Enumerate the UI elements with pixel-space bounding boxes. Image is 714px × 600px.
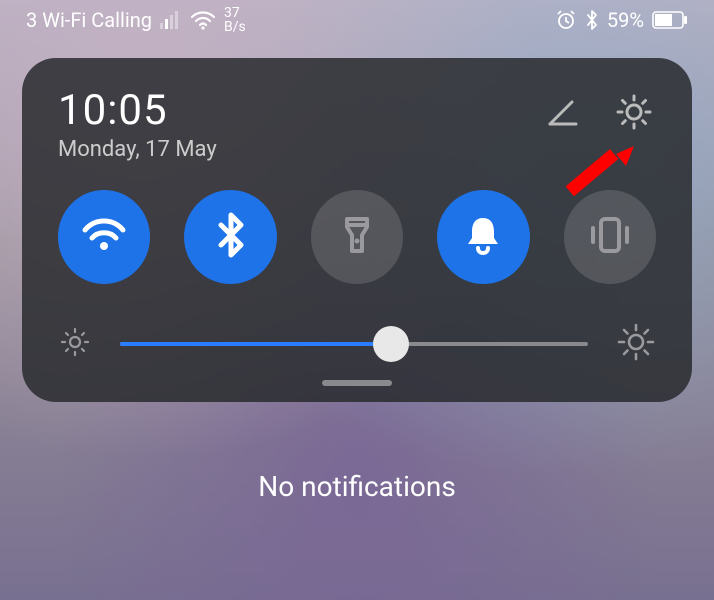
brightness-row xyxy=(58,322,656,366)
wifi-icon xyxy=(77,208,131,266)
carrier-label: 3 Wi-Fi Calling xyxy=(26,8,152,32)
brightness-low-icon xyxy=(58,325,92,363)
edit-button[interactable] xyxy=(540,92,584,136)
signal-icon xyxy=(160,11,182,29)
brightness-low-button[interactable] xyxy=(58,325,92,363)
bluetooth-toggle[interactable] xyxy=(184,190,276,284)
wifi-icon xyxy=(190,10,216,30)
no-notifications-label: No notifications xyxy=(0,470,714,503)
battery-icon xyxy=(652,11,688,29)
battery-percent: 59% xyxy=(607,8,644,32)
date-label: Monday, 17 May xyxy=(58,137,217,162)
panel-drag-handle[interactable] xyxy=(322,380,392,386)
settings-button[interactable] xyxy=(612,92,656,136)
vibrate-toggle[interactable] xyxy=(564,190,656,284)
status-bar-left: 3 Wi-Fi Calling 37 B/s xyxy=(26,6,246,34)
panel-header: 10:05 Monday, 17 May xyxy=(58,86,656,162)
sound-toggle[interactable] xyxy=(437,190,529,284)
header-icons xyxy=(540,92,656,136)
bluetooth-icon xyxy=(204,208,258,266)
gear-icon xyxy=(613,91,655,137)
bluetooth-icon xyxy=(585,9,599,31)
flashlight-toggle[interactable] xyxy=(311,190,403,284)
status-bar: 3 Wi-Fi Calling 37 B/s 59% xyxy=(0,0,714,40)
bell-icon xyxy=(456,208,510,266)
wifi-toggle[interactable] xyxy=(58,190,150,284)
net-speed-value: 37 xyxy=(224,6,246,20)
vibrate-icon xyxy=(583,208,637,266)
time-label: 10:05 xyxy=(58,86,217,135)
alarm-icon xyxy=(555,9,577,31)
brightness-high-icon xyxy=(616,322,656,366)
quick-settings-panel: 10:05 Monday, 17 May xyxy=(22,58,692,402)
clock[interactable]: 10:05 Monday, 17 May xyxy=(58,86,217,162)
pencil-icon xyxy=(542,92,582,136)
status-bar-right: 59% xyxy=(555,8,688,32)
slider-fill xyxy=(120,342,391,346)
slider-thumb[interactable] xyxy=(373,326,409,362)
brightness-high-button[interactable] xyxy=(616,322,656,366)
flashlight-icon xyxy=(330,208,384,266)
net-speed-unit: B/s xyxy=(224,20,246,34)
brightness-slider[interactable] xyxy=(120,326,588,362)
network-speed: 37 B/s xyxy=(224,6,246,34)
toggle-row xyxy=(58,190,656,284)
